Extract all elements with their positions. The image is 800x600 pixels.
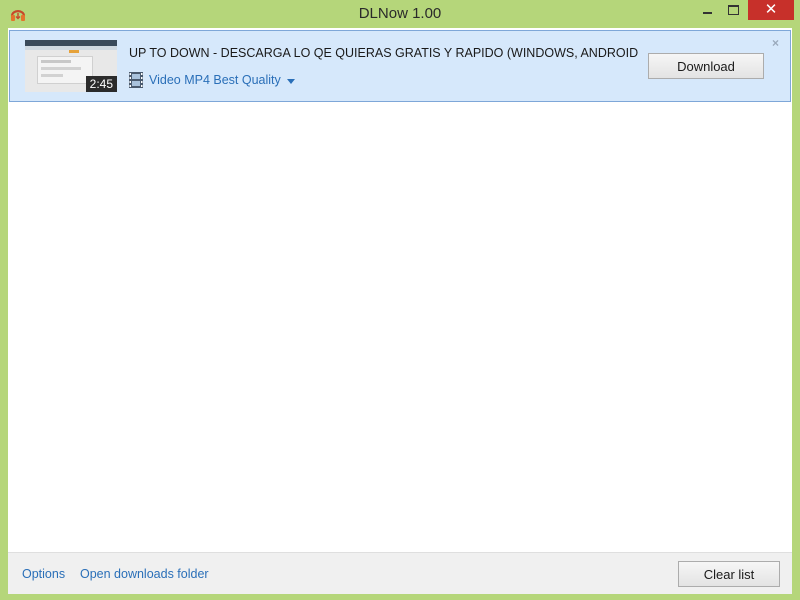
thumbnail-accent bbox=[69, 50, 79, 53]
video-duration: 2:45 bbox=[85, 76, 117, 92]
maximize-button[interactable] bbox=[720, 0, 746, 20]
thumbnail-line bbox=[41, 74, 63, 77]
format-label: Video MP4 Best Quality bbox=[149, 73, 281, 87]
headphones-icon[interactable] bbox=[9, 5, 27, 23]
download-item[interactable]: 2:45 UP TO DOWN - DESCARGA LO QE QUIERAS… bbox=[9, 30, 791, 102]
minimize-button[interactable] bbox=[694, 0, 720, 20]
thumbnail-line bbox=[41, 60, 71, 63]
clear-list-button[interactable]: Clear list bbox=[678, 561, 780, 587]
minimize-icon bbox=[702, 12, 712, 14]
options-link[interactable]: Options bbox=[22, 567, 65, 581]
film-icon bbox=[129, 72, 143, 88]
dismiss-icon[interactable]: × bbox=[772, 36, 779, 50]
video-title: UP TO DOWN - DESCARGA LO QE QUIERAS GRAT… bbox=[129, 46, 639, 60]
title-bar[interactable]: DLNow 1.00 ✕ bbox=[0, 0, 800, 28]
video-thumbnail[interactable]: 2:45 bbox=[25, 40, 117, 92]
maximize-icon bbox=[727, 5, 739, 15]
close-icon: ✕ bbox=[764, 1, 778, 18]
chevron-down-icon bbox=[286, 78, 295, 84]
window-title: DLNow 1.00 bbox=[358, 5, 442, 22]
app-window: DLNow 1.00 ✕ 2:45 UP TO DOWN - DESCARGA … bbox=[0, 0, 800, 600]
thumbnail-line bbox=[41, 67, 81, 70]
close-button[interactable]: ✕ bbox=[748, 0, 794, 20]
downloads-list-area: 2:45 UP TO DOWN - DESCARGA LO QE QUIERAS… bbox=[8, 28, 792, 594]
footer-bar: Options Open downloads folder Clear list bbox=[8, 552, 792, 594]
format-selector[interactable]: Video MP4 Best Quality bbox=[129, 71, 295, 89]
download-button[interactable]: Download bbox=[648, 53, 764, 79]
open-downloads-folder-link[interactable]: Open downloads folder bbox=[80, 567, 209, 581]
